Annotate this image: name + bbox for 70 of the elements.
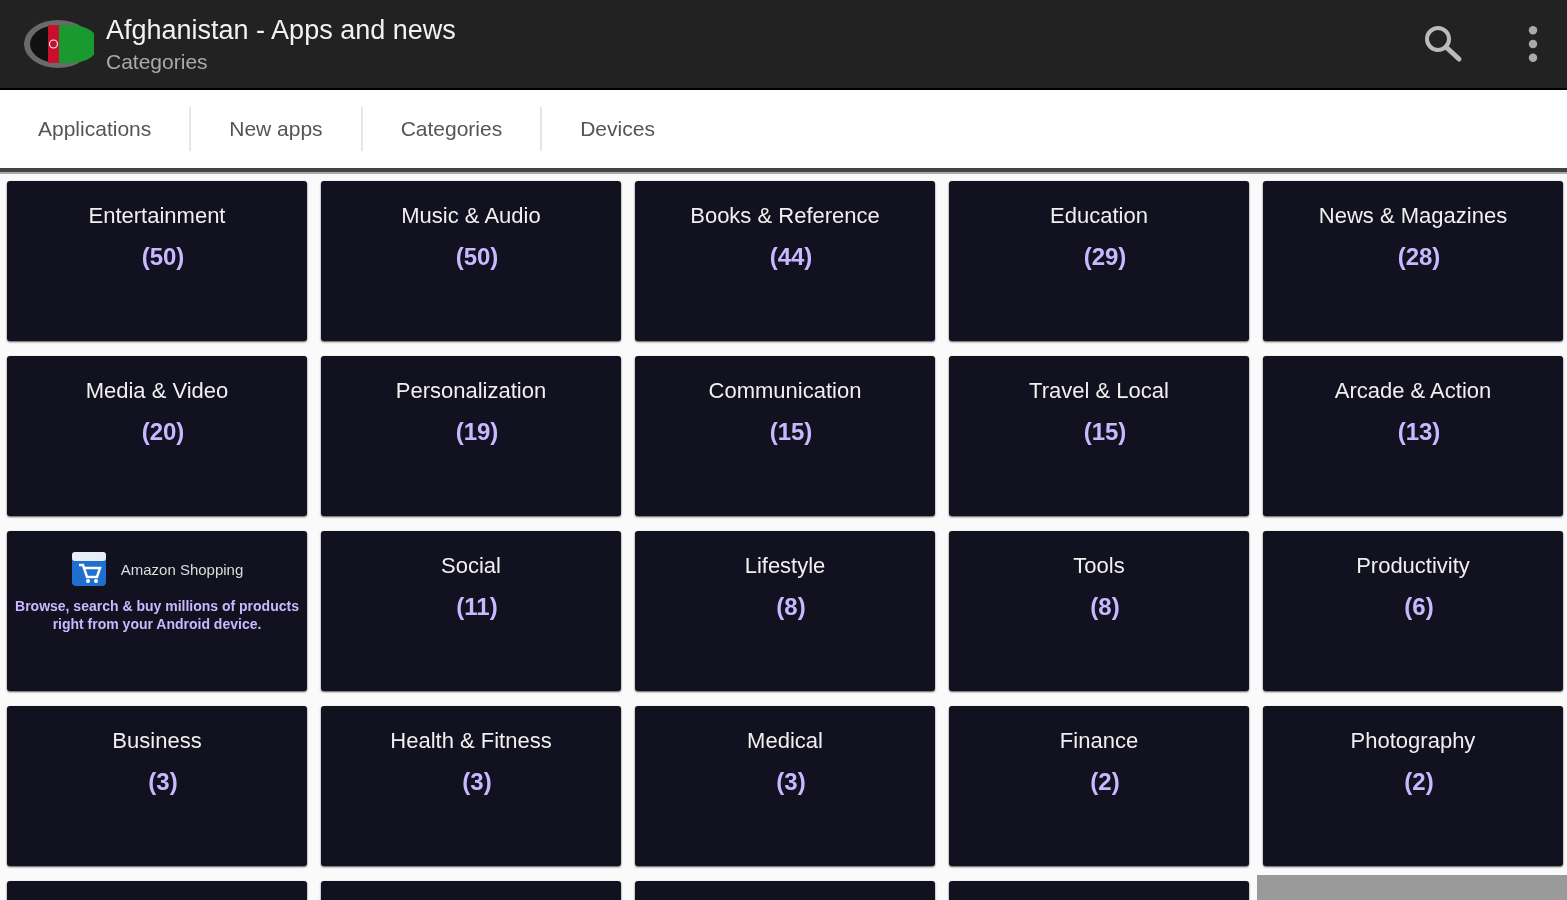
search-icon[interactable] <box>1423 24 1463 64</box>
category-tile[interactable]: Travel & Local (15) <box>949 356 1249 516</box>
category-tile[interactable]: Photography (2) <box>1263 706 1563 866</box>
category-tile[interactable]: Lifestyle (8) <box>635 531 935 691</box>
category-name: Arcade & Action <box>1334 378 1492 404</box>
category-tile[interactable]: Arcade & Action (13) <box>1263 356 1563 516</box>
category-tile[interactable]: Education (29) <box>949 181 1249 341</box>
category-count: (20) <box>140 418 185 446</box>
tab[interactable]: Applications <box>18 109 172 149</box>
category-count: (50) <box>140 243 185 271</box>
category-tile[interactable]: Music & Audio (50) <box>321 181 621 341</box>
category-name: Communication <box>708 378 862 404</box>
category-count: (50) <box>454 243 499 271</box>
category-name: Education <box>1050 203 1148 229</box>
tab[interactable]: New apps <box>209 109 343 149</box>
category-tile[interactable]: Media & Video (20) <box>7 356 307 516</box>
category-name: Social <box>441 553 501 579</box>
category-name: Productivity <box>1356 553 1470 579</box>
category-count: (28) <box>1396 243 1441 271</box>
category-name: Entertainment <box>88 203 226 229</box>
category-count: (29) <box>1082 243 1127 271</box>
category-count: (19) <box>454 418 499 446</box>
tab[interactable]: Devices <box>560 109 675 149</box>
category-count: (11) <box>455 593 498 621</box>
category-name: Health & Fitness <box>390 728 552 754</box>
category-count: (13) <box>1396 418 1441 446</box>
category-name: Tools <box>1073 553 1125 579</box>
ad-tile[interactable]: Amazon Shopping Browse, search & buy millions of products right from your Android device. <box>7 531 307 691</box>
ad-title: Amazon Shopping <box>120 560 244 578</box>
category-count: (15) <box>1082 418 1127 446</box>
category-name: Books & Reference <box>690 203 880 229</box>
app-subtitle: Categories <box>106 49 209 74</box>
category-name: Business <box>112 728 202 754</box>
category-tile[interactable]: Health & Fitness (3) <box>321 706 621 866</box>
category-count: (3) <box>461 768 492 796</box>
tab[interactable]: Categories <box>380 109 523 149</box>
category-tile[interactable]: Communication (15) <box>635 356 935 516</box>
category-count: (15) <box>768 418 813 446</box>
category-tile[interactable]: Social (11) <box>321 531 621 691</box>
flag-icon <box>22 19 94 69</box>
category-count: (2) <box>1403 768 1434 796</box>
app-title: Afghanistan - Apps and news <box>106 14 457 46</box>
category-name: Lifestyle <box>744 553 826 579</box>
category-name: Travel & Local <box>1029 378 1169 404</box>
category-name: News & Magazines <box>1318 203 1508 229</box>
category-tile[interactable]: Finance (2) <box>949 706 1249 866</box>
shopping-cart-icon <box>70 551 107 587</box>
category-count: (6) <box>1403 593 1434 621</box>
category-tile[interactable]: Books & Reference (44) <box>635 181 935 341</box>
category-tile[interactable]: Personalization (19) <box>321 356 621 516</box>
category-tile[interactable]: News & Magazines (28) <box>1263 181 1563 341</box>
category-tile[interactable]: Productivity (6) <box>1263 531 1563 691</box>
category-tile[interactable]: Entertainment (50) <box>7 181 307 341</box>
category-count: (8) <box>1089 593 1120 621</box>
category-count: (3) <box>775 768 806 796</box>
category-name: Music & Audio <box>401 203 541 229</box>
category-name: Photography <box>1350 728 1476 754</box>
category-name: Medical <box>747 728 823 754</box>
category-tile[interactable]: Business (3) <box>7 706 307 866</box>
category-name: Finance <box>1059 728 1139 754</box>
category-count: (44) <box>768 243 813 271</box>
category-tile[interactable]: Tools (8) <box>949 531 1249 691</box>
ad-description: Browse, search & buy millions of products right from your Android device. <box>14 597 300 634</box>
category-count: (2) <box>1089 768 1120 796</box>
category-tile[interactable]: Medical (3) <box>635 706 935 866</box>
category-count: (3) <box>147 768 178 796</box>
category-count: (8) <box>775 593 806 621</box>
more-icon[interactable] <box>1527 25 1539 63</box>
category-name: Personalization <box>395 378 547 404</box>
category-name: Media & Video <box>85 378 229 404</box>
